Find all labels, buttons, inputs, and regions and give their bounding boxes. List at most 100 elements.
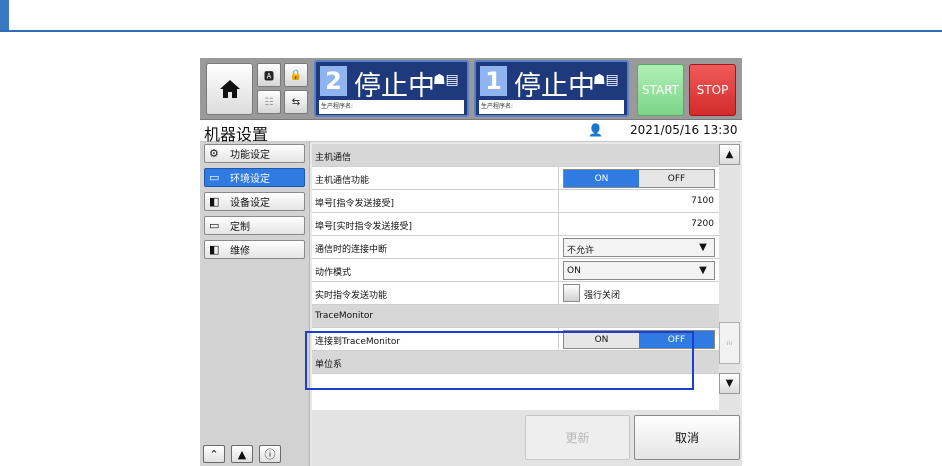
toggle-on-option[interactable]: ON	[564, 170, 639, 187]
start-button[interactable]: START	[637, 64, 684, 116]
select-value: ON	[567, 266, 581, 276]
program-icon: ☗▤	[433, 72, 459, 88]
stop-button[interactable]: STOP	[689, 64, 736, 116]
home-button[interactable]	[206, 63, 253, 115]
program-name: 生产程序名:	[319, 100, 464, 114]
list-item-port-rt: 埠号[实时指令发送接受] 7200	[312, 213, 720, 236]
setting-label: 连接到TraceMonitor	[315, 337, 401, 347]
section-header-trace: TraceMonitor	[312, 305, 720, 328]
sidebar-item-function-settings[interactable]: ⚙ 功能设定	[204, 144, 305, 163]
home-icon	[219, 80, 240, 98]
triangle-down-icon: ▼	[699, 242, 707, 253]
info-icon: ⓘ	[264, 448, 276, 461]
section-header-host: 主机通信	[312, 144, 720, 167]
sidebar-item-label: 功能设定	[230, 150, 270, 161]
title-bar: 机器设置 👤 2021/05/16 13:30	[200, 120, 742, 144]
toggle-off-option[interactable]: OFF	[639, 170, 714, 187]
sidebar-item-equipment-settings[interactable]: ◧ 设备设定	[204, 192, 305, 211]
custom-icon: ▭	[209, 219, 220, 232]
warning-icon: ▲	[237, 447, 247, 461]
alarm-button[interactable]: ▲	[231, 445, 253, 463]
lock-icon[interactable]: 🔒	[284, 63, 308, 87]
setting-label: 通信时的连接中断	[315, 245, 388, 255]
action-bar: 更新 取消	[312, 410, 742, 466]
setting-value-cell: ON ▼	[558, 259, 720, 281]
sidebar: ⚙ 功能设定 ▭ 环境设定 ◧ 设备设定 ▭ 定制 ◧ 维修 ⌃ ▲ ⓘ	[200, 142, 310, 466]
section-title: 单位系	[315, 360, 343, 370]
scroll-up-button[interactable]: ▲	[719, 144, 740, 165]
collapse-button[interactable]: ⌃	[203, 445, 225, 463]
scrollbar[interactable]: ▲ ⁞⁞⁞ ▼	[719, 144, 740, 410]
user-icon: 👤	[588, 123, 603, 137]
status-number: 2	[320, 66, 347, 96]
section-title: TraceMonitor	[315, 311, 374, 321]
arrow-up-icon: ▲	[725, 149, 734, 160]
sidebar-item-label: 定制	[230, 222, 250, 233]
select-value: 不允许	[567, 246, 595, 256]
equipment-settings-icon: ◧	[209, 195, 220, 208]
setting-label: 埠号[实时指令发送接受]	[315, 222, 413, 232]
toggle-on-option[interactable]: ON	[564, 331, 639, 348]
status-panel-1[interactable]: 1 停止中 ☗▤ 生产程序名:	[474, 60, 629, 117]
maintenance-icon: ◧	[209, 243, 220, 256]
status-text: 停止中	[354, 71, 435, 102]
checkbox-label: 强行关闭	[584, 291, 621, 301]
status-text: 停止中	[514, 71, 595, 102]
list-item-disconnect: 通信时的连接中断 不允许 ▼	[312, 236, 720, 259]
network-icon[interactable]: ⇆	[284, 90, 308, 114]
setting-value-cell: 强行关闭	[558, 282, 720, 304]
scroll-down-button[interactable]: ▼	[719, 373, 740, 394]
update-button[interactable]: 更新	[525, 415, 630, 460]
list-item-port-cmd: 埠号[指令发送接受] 7100	[312, 190, 720, 213]
list-item-host-comm: 主机通信功能 ON OFF	[312, 167, 720, 190]
section-title: 主机通信	[315, 153, 352, 163]
environment-settings-icon: ▭	[209, 171, 220, 184]
trace-toggle[interactable]: ON OFF	[563, 330, 715, 349]
list-item-trace: 连接到TraceMonitor ON OFF	[312, 328, 720, 351]
arrow-down-icon: ▼	[725, 378, 734, 389]
section-header-unit: 单位系	[312, 351, 720, 374]
sidebar-item-custom[interactable]: ▭ 定制	[204, 216, 305, 235]
user-mode-icon[interactable]: ☷	[257, 90, 281, 114]
top-toolbar: 🅰 🔒 ☷ ⇆ 2 停止中 ☗▤ 生产程序名: 1 停止中 ☗▤ 生产程序名: …	[200, 58, 742, 120]
double-chevron-up-icon: ⌃	[209, 447, 219, 461]
sidebar-item-maintenance[interactable]: ◧ 维修	[204, 240, 305, 259]
list-item-rt-func: 实时指令发送功能 强行关闭	[312, 282, 720, 305]
sidebar-item-label: 维修	[230, 246, 250, 257]
setting-value-cell: ON OFF	[558, 167, 720, 189]
setting-label: 主机通信功能	[315, 176, 370, 186]
port-cmd-field[interactable]: 7100	[558, 190, 720, 212]
screen-select-icon[interactable]: 🅰	[257, 63, 281, 87]
sidebar-item-label: 环境设定	[230, 174, 270, 185]
port-rt-field[interactable]: 7200	[558, 213, 720, 235]
machine-settings-screen: 🅰 🔒 ☷ ⇆ 2 停止中 ☗▤ 生产程序名: 1 停止中 ☗▤ 生产程序名: …	[200, 58, 742, 466]
datetime: 2021/05/16 13:30	[630, 123, 738, 137]
status-number: 1	[480, 66, 507, 96]
mode-select[interactable]: ON ▼	[563, 261, 715, 280]
page-header-rule	[0, 30, 942, 32]
info-button[interactable]: ⓘ	[259, 445, 281, 463]
host-comm-toggle[interactable]: ON OFF	[563, 169, 715, 188]
disconnect-select[interactable]: 不允许 ▼	[563, 238, 715, 257]
settings-list: 主机通信 主机通信功能 ON OFF 埠号[指令发送接受] 7100 埠号[实时…	[312, 144, 720, 410]
function-settings-icon: ⚙	[209, 147, 219, 160]
port-value: 7200	[691, 219, 714, 229]
status-panel-2[interactable]: 2 停止中 ☗▤ 生产程序名:	[314, 60, 469, 117]
program-icon: ☗▤	[593, 72, 619, 88]
program-name: 生产程序名:	[479, 100, 624, 114]
setting-value-cell: 不允许 ▼	[558, 236, 720, 258]
sidebar-item-environment-settings[interactable]: ▭ 环境设定	[204, 168, 305, 187]
setting-label: 实时指令发送功能	[315, 291, 388, 301]
force-close-checkbox[interactable]	[563, 284, 580, 302]
list-item-mode: 动作模式 ON ▼	[312, 259, 720, 282]
toggle-off-option[interactable]: OFF	[639, 331, 714, 348]
port-value: 7100	[691, 196, 714, 206]
setting-value-cell: ON OFF	[558, 328, 720, 350]
setting-label: 动作模式	[315, 268, 352, 278]
triangle-down-icon: ▼	[699, 265, 707, 276]
cancel-button[interactable]: 取消	[634, 415, 740, 460]
sidebar-item-label: 设备设定	[230, 198, 270, 209]
setting-label: 埠号[指令发送接受]	[315, 199, 395, 209]
scroll-thumb[interactable]: ⁞⁞⁞	[719, 322, 740, 364]
page-header-accent	[0, 0, 9, 30]
